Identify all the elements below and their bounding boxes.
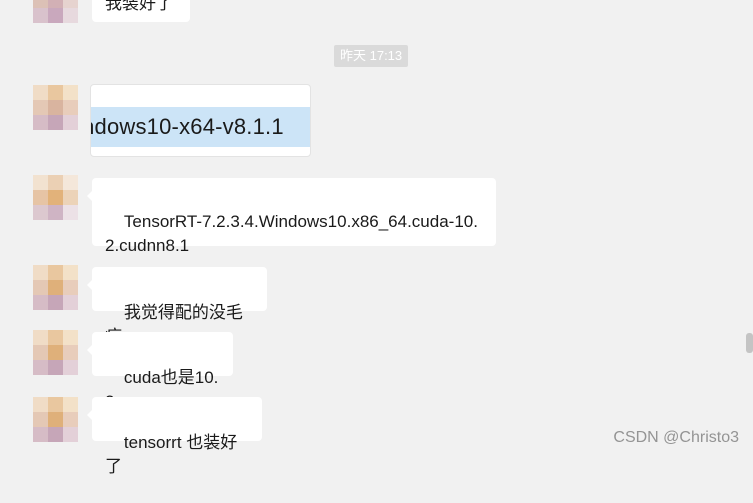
- message-bubble-partial[interactable]: 我装好了: [92, 0, 190, 22]
- message-bubble[interactable]: cuda也是10.2: [87, 332, 233, 411]
- avatar[interactable]: [33, 85, 78, 130]
- timestamp-divider: 昨天 17:13: [334, 45, 409, 67]
- watermark: CSDN @Christo3: [613, 429, 739, 446]
- file-name-highlight: indows10-x64-v8.1.1: [91, 107, 310, 147]
- message-bubble[interactable]: 我觉得配的没毛病: [87, 267, 267, 346]
- avatar[interactable]: [33, 175, 78, 220]
- message-bubble[interactable]: tensorrt 也装好了: [87, 397, 262, 476]
- avatar[interactable]: [33, 0, 78, 23]
- scrollbar-thumb[interactable]: [746, 333, 753, 353]
- message-text: TensorRT-7.2.3.4.Windows10.x86_64.cuda-1…: [105, 212, 478, 255]
- file-name: indows10-x64-v8.1.1: [91, 114, 284, 139]
- file-message-card[interactable]: indows10-x64-v8.1.1: [90, 84, 311, 157]
- message-bubble[interactable]: TensorRT-7.2.3.4.Windows10.x86_64.cuda-1…: [87, 178, 496, 255]
- message-text: tensorrt 也装好了: [105, 433, 238, 476]
- avatar[interactable]: [33, 330, 78, 375]
- message-text: 我装好了: [105, 0, 173, 13]
- avatar[interactable]: [33, 397, 78, 442]
- avatar[interactable]: [33, 265, 78, 310]
- chat-area: 我装好了 昨天 17:13 indows10-x64-v8.1.1 Tensor…: [0, 0, 753, 476]
